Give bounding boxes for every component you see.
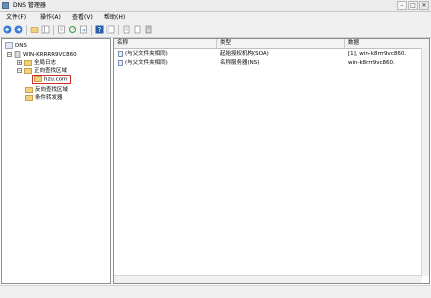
tree-item-forward-zones[interactable]: − 正向查找区域 (17, 67, 67, 75)
collapse-icon[interactable]: − (7, 52, 12, 57)
expand-icon[interactable]: + (17, 60, 22, 65)
status-bar (0, 285, 431, 298)
tree-item-zone-selected[interactable]: hzu.com (32, 75, 72, 84)
tree-label-zone: hzu.com (44, 76, 68, 83)
folder-icon (25, 86, 33, 93)
refresh-icon[interactable] (68, 25, 77, 34)
help-icon[interactable]: ? (95, 25, 104, 34)
cell-name: (与父文件夹相同) (118, 50, 217, 58)
column-header-data[interactable]: 数据 (345, 39, 429, 48)
column-header-name[interactable]: 名称 (114, 39, 217, 48)
maximize-button[interactable]: □ (408, 1, 418, 10)
tree-label-conditional-forwarders: 条件转发器 (35, 95, 63, 101)
tree-label-dns: DNS (15, 43, 27, 49)
show-tree-icon[interactable] (41, 25, 50, 34)
title-bar: DNS 管理器 – □ ✕ (0, 0, 431, 12)
tree-label-forward-zones: 正向查找区域 (34, 68, 68, 74)
tree-label-global-logs: 全局日志 (34, 60, 57, 66)
menu-action[interactable]: 操作(A) (40, 13, 61, 22)
table-row[interactable]: (与父文件夹相同) 起始授权机构(SOA) [1], win-k8rrr9vc8… (114, 50, 429, 58)
tree-item-reverse-zones[interactable]: 反向查找区域 (25, 86, 68, 94)
forward-arrow-icon[interactable] (14, 25, 23, 34)
tree-label-server: WIN-KRRRR9VC860 (23, 52, 77, 58)
menu-view[interactable]: 查看(V) (72, 13, 93, 22)
cell-type: 名称服务器(NS) (220, 60, 260, 66)
vertical-scrollbar[interactable] (421, 48, 429, 276)
menu-file[interactable]: 文件(F) (6, 13, 26, 22)
details-pane: 名称 类型 数据 (与父文件夹相同) 起始授权机构(SOA) [1], win-… (113, 38, 430, 284)
tree-item-dns[interactable]: DNS (5, 42, 27, 50)
menu-bar: 文件(F) 操作(A) 查看(V) 帮助(H) (0, 12, 431, 23)
menu-help[interactable]: 帮助(H) (104, 13, 125, 22)
server-icon (14, 51, 21, 58)
column-header-type[interactable]: 类型 (217, 39, 345, 48)
dns-icon (5, 42, 13, 49)
toolbar-separator (26, 25, 27, 35)
back-arrow-icon[interactable] (3, 25, 12, 34)
tree-item-server[interactable]: − WIN-KRRRR9VC860 (7, 51, 77, 59)
toolbar-separator (91, 25, 92, 35)
record-list-icon[interactable] (122, 25, 131, 34)
record-icon (118, 59, 123, 66)
properties-icon[interactable] (57, 25, 66, 34)
cell-data: win-k8rrr9vc860. (348, 60, 395, 66)
cell-name: (与父文件夹相同) (118, 59, 217, 67)
up-folder-icon[interactable] (30, 25, 39, 34)
svg-text:?: ? (98, 26, 102, 34)
record-icon (118, 50, 123, 57)
new-record-icon[interactable] (133, 25, 142, 34)
minimize-button[interactable]: – (397, 1, 407, 10)
tree-label-reverse-zones: 反向查找区域 (35, 87, 69, 93)
console-tree: DNS − WIN-KRRRR9VC860 + 全局日志 − 正向查找区域 hzu.c… (1, 38, 111, 284)
list-header: 名称 类型 数据 (114, 39, 429, 49)
toolbar-separator (53, 25, 54, 35)
toolbar-separator (118, 25, 119, 35)
close-button[interactable]: ✕ (419, 1, 429, 10)
cell-data: [1], win-k8rrr9vc860. (348, 51, 407, 57)
collapse-icon[interactable]: − (17, 68, 22, 73)
server-icon[interactable] (144, 25, 153, 34)
pane-icon[interactable] (106, 25, 115, 34)
cell-name-text: (与父文件夹相同) (125, 60, 168, 66)
toolbar: ? (0, 23, 431, 38)
tree-item-global-logs[interactable]: + 全局日志 (17, 59, 56, 67)
horizontal-scrollbar[interactable] (114, 275, 422, 283)
cell-type: 起始授权机构(SOA) (220, 51, 269, 57)
export-list-icon[interactable] (79, 25, 88, 34)
window-title: DNS 管理器 (13, 2, 46, 9)
table-row[interactable]: (与父文件夹相同) 名称服务器(NS) win-k8rrr9vc860. (114, 59, 429, 67)
folder-icon (25, 94, 33, 101)
dns-app-icon (2, 2, 9, 9)
folder-icon (24, 67, 32, 74)
cell-name-text: (与父文件夹相同) (125, 51, 168, 57)
tree-item-conditional-forwarders[interactable]: 条件转发器 (25, 94, 63, 102)
zone-icon (34, 76, 42, 82)
folder-icon (24, 59, 32, 66)
